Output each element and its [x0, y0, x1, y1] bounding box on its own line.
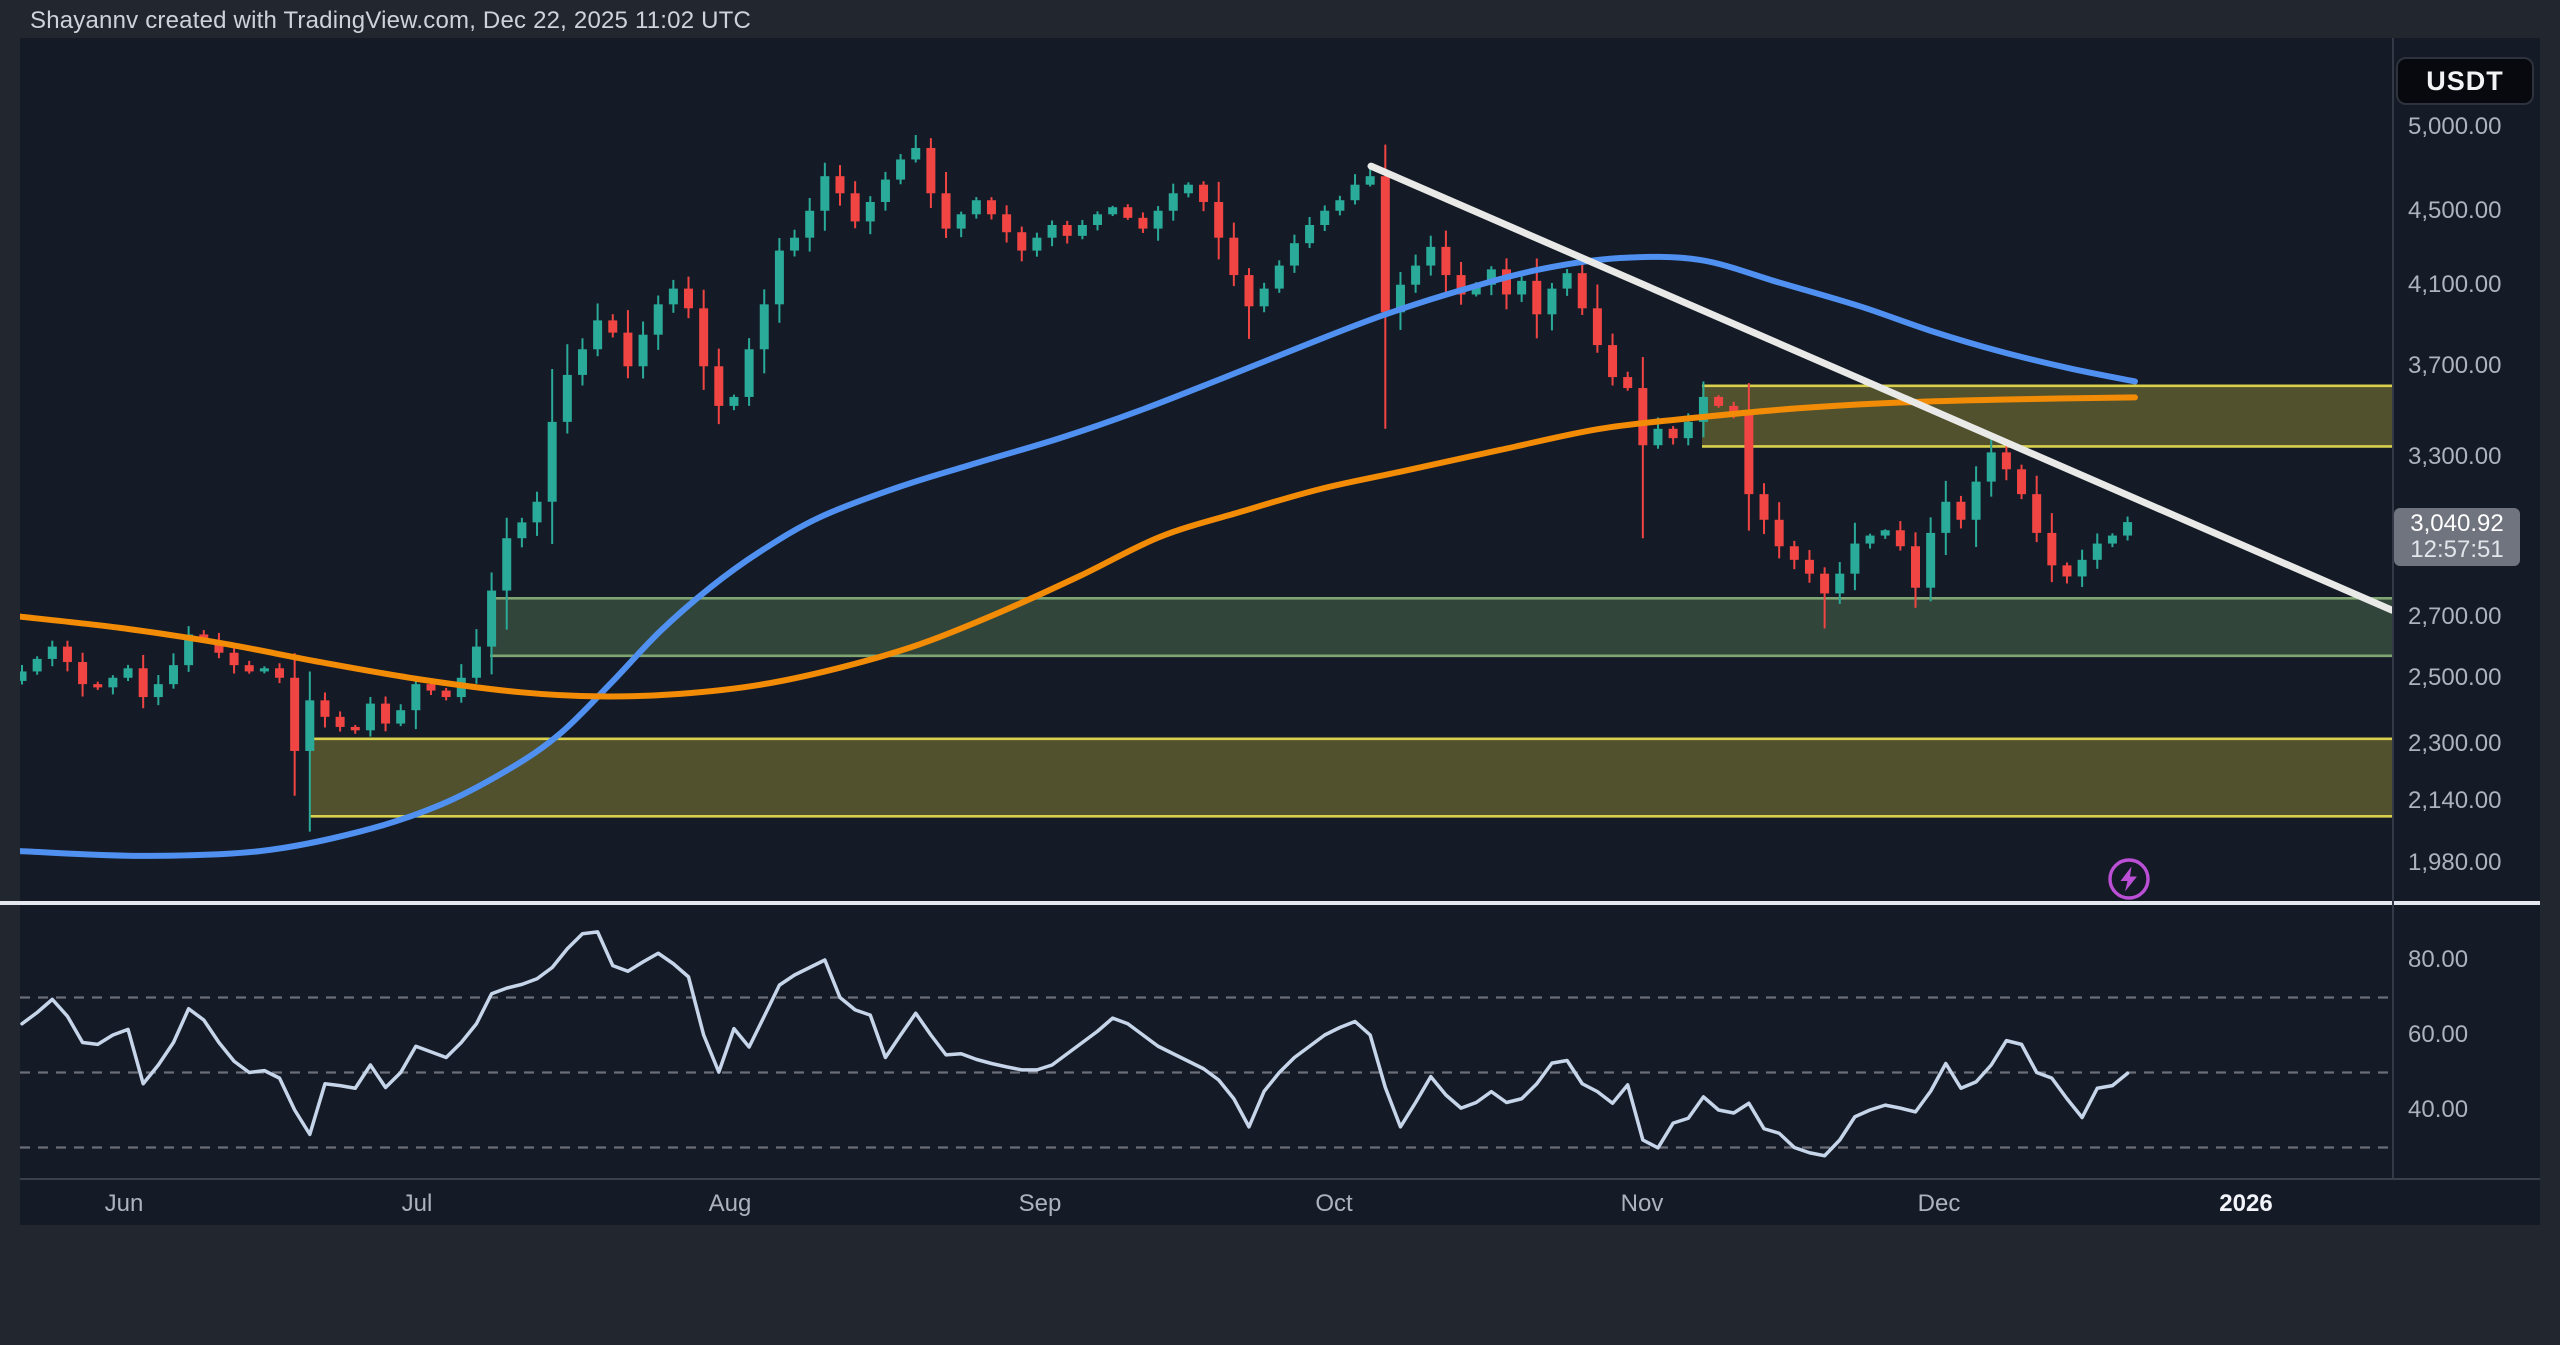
- price-tick-label: 5,000.00: [2408, 113, 2502, 141]
- time-tick-label: Nov: [1620, 1190, 1664, 1217]
- price-axis-border: [2392, 38, 2394, 1178]
- price-tick-label: 2,300.00: [2408, 730, 2502, 758]
- time-tick-label: 2026: [2219, 1190, 2273, 1217]
- support-zone-lower: [310, 737, 2392, 818]
- price-tick-label: 3,700.00: [2408, 352, 2502, 380]
- title-bar: Shayannv created with TradingView.com, D…: [0, 0, 2560, 38]
- price-tick-label: 2,700.00: [2408, 602, 2502, 630]
- time-tick-label: Dec: [1917, 1190, 1961, 1217]
- price-tick-label: 2,140.00: [2408, 787, 2502, 815]
- demand-zone-green: [490, 596, 2392, 658]
- last-price-badge: 3,040.92 12:57:51: [2394, 508, 2520, 566]
- time-tick-label: Jul: [401, 1190, 433, 1217]
- rsi-pane[interactable]: [20, 905, 2392, 1178]
- rsi-tick-label: 40.00: [2408, 1096, 2469, 1123]
- price-tick-label: 2,500.00: [2408, 663, 2502, 691]
- rsi-tick-label: 80.00: [2408, 946, 2469, 973]
- bar-countdown: 12:57:51: [2410, 536, 2504, 563]
- time-axis-border: [20, 1178, 2540, 1180]
- time-tick-label: Aug: [708, 1190, 752, 1217]
- time-tick-label: Jun: [104, 1190, 144, 1217]
- time-tick-label: Sep: [1018, 1190, 1062, 1217]
- tradingview-snapshot: Shayannv created with TradingView.com, D…: [0, 0, 2560, 1345]
- resistance-zone-upper: [1702, 384, 2392, 448]
- currency-badge: USDT: [2396, 57, 2534, 105]
- last-price-value: 3,040.92: [2410, 510, 2504, 537]
- rsi-line[interactable]: [20, 930, 2130, 1158]
- candlestick-series: [20, 135, 2133, 832]
- price-pane[interactable]: [20, 38, 2392, 902]
- lightning-icon[interactable]: [2106, 856, 2152, 902]
- snapshot-title: Shayannv created with TradingView.com, D…: [30, 7, 752, 34]
- pane-separator[interactable]: [0, 901, 2540, 905]
- price-tick-label: 4,500.00: [2408, 196, 2502, 224]
- price-tick-label: 3,300.00: [2408, 443, 2502, 471]
- price-tick-label: 1,980.00: [2408, 849, 2502, 877]
- rsi-tick-label: 60.00: [2408, 1021, 2469, 1048]
- time-tick-label: Oct: [1315, 1190, 1353, 1217]
- footer-bar: TradingView: [0, 1225, 2560, 1345]
- price-tick-label: 4,100.00: [2408, 270, 2502, 298]
